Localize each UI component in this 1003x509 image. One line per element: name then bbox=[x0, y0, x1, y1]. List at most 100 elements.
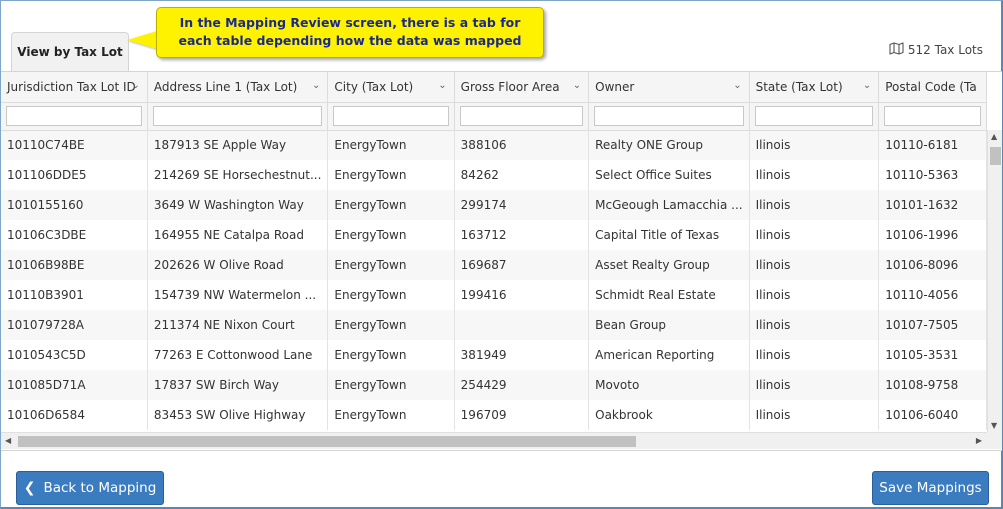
chevron-down-icon[interactable]: ⌄ bbox=[733, 80, 741, 91]
table-cell: 10106D6584 bbox=[1, 400, 148, 430]
table-cell: 1010543C5D bbox=[1, 340, 148, 370]
table-cell: 388106 bbox=[454, 130, 590, 160]
column-header[interactable]: City (Tax Lot) ⌄ bbox=[327, 72, 455, 103]
table-cell: Ilinois bbox=[749, 190, 880, 220]
filter-row bbox=[1, 102, 987, 131]
table-cell: 10105-3531 bbox=[878, 340, 987, 370]
scroll-down-arrow-icon[interactable]: ▼ bbox=[991, 421, 997, 430]
table-cell: Ilinois bbox=[749, 400, 880, 430]
table-cell: Realty ONE Group bbox=[588, 130, 750, 160]
column-header[interactable]: Owner ⌄ bbox=[588, 72, 750, 103]
chevron-down-icon[interactable]: ⌄ bbox=[863, 80, 871, 91]
column-header[interactable]: Postal Code (Ta bbox=[878, 72, 987, 103]
column-header-label: Owner bbox=[595, 79, 635, 94]
tab-view-by-tax-lot[interactable]: View by Tax Lot bbox=[11, 32, 129, 71]
table-cell: 254429 bbox=[454, 370, 590, 400]
table-cell: 211374 NE Nixon Court bbox=[147, 310, 329, 340]
vertical-scroll-thumb[interactable] bbox=[990, 147, 1001, 165]
table-cell: Ilinois bbox=[749, 340, 880, 370]
horizontal-scrollbar[interactable]: ◀ ▶ bbox=[1, 432, 987, 449]
table-row[interactable]: 101079728A 211374 NE Nixon Court EnergyTow… bbox=[1, 310, 987, 340]
table-row[interactable]: 101085D71A 17837 SW Birch Way EnergyTown 25… bbox=[1, 370, 987, 400]
table-cell: 214269 SE Horsechestnut... bbox=[147, 160, 329, 190]
table-cell: EnergyTown bbox=[327, 250, 455, 280]
column-filter-input[interactable] bbox=[884, 106, 981, 126]
chevron-down-icon[interactable]: ⌄ bbox=[312, 80, 320, 91]
column-header[interactable]: Address Line 1 (Tax Lot) ⌄ bbox=[147, 72, 329, 103]
back-to-mapping-button[interactable]: ❮ Back to Mapping bbox=[16, 471, 164, 505]
back-button-label: Back to Mapping bbox=[43, 480, 157, 496]
vertical-scrollbar[interactable]: ▲ ▼ bbox=[987, 130, 1002, 432]
chevron-left-icon: ❮ bbox=[23, 480, 36, 496]
column-filter-input[interactable] bbox=[152, 106, 323, 126]
chevron-down-icon[interactable]: ⌄ bbox=[132, 80, 140, 91]
table-cell: 299174 bbox=[454, 190, 590, 220]
table-row[interactable]: 10110B3901 154739 NW Watermelon ... Energy… bbox=[1, 280, 987, 310]
table-cell: Select Office Suites bbox=[588, 160, 750, 190]
filter-cell bbox=[1, 102, 148, 131]
table-cell: Bean Group bbox=[588, 310, 750, 340]
table-cell: 10110-5363 bbox=[878, 160, 987, 190]
callout-pointer bbox=[127, 31, 157, 49]
column-filter-input[interactable] bbox=[594, 106, 744, 126]
table-cell: 154739 NW Watermelon ... bbox=[147, 280, 329, 310]
table-cell: 10101-1632 bbox=[878, 190, 987, 220]
table-row[interactable]: 1010155160 3649 W Washington Way EnergyTow… bbox=[1, 190, 987, 220]
filter-cell bbox=[878, 102, 987, 131]
column-header-label: City (Tax Lot) bbox=[334, 79, 414, 94]
table-cell: Ilinois bbox=[749, 160, 880, 190]
column-filter-input[interactable] bbox=[333, 106, 449, 126]
column-header[interactable]: State (Tax Lot) ⌄ bbox=[749, 72, 880, 103]
column-header[interactable]: Jurisdiction Tax Lot ID ⌄ bbox=[1, 72, 148, 103]
table-cell: 10110-6181 bbox=[878, 130, 987, 160]
chevron-down-icon[interactable]: ⌄ bbox=[438, 80, 446, 91]
table-cell: Ilinois bbox=[749, 250, 880, 280]
table-cell: Capital Title of Texas bbox=[588, 220, 750, 250]
callout-line-1: In the Mapping Review screen, there is a… bbox=[179, 15, 521, 30]
table-cell: EnergyTown bbox=[327, 370, 455, 400]
table-cell: EnergyTown bbox=[327, 220, 455, 250]
scroll-left-arrow-icon[interactable]: ◀ bbox=[5, 436, 11, 445]
table-cell: Oakbrook bbox=[588, 400, 750, 430]
column-header-label: Gross Floor Area bbox=[460, 79, 560, 94]
table-cell: Ilinois bbox=[749, 220, 880, 250]
table-cell: 164955 NE Catalpa Road bbox=[147, 220, 329, 250]
table-cell: EnergyTown bbox=[327, 280, 455, 310]
scroll-right-arrow-icon[interactable]: ▶ bbox=[976, 436, 982, 445]
scroll-up-arrow-icon[interactable]: ▲ bbox=[991, 132, 997, 141]
table-cell: 10106-6040 bbox=[878, 400, 987, 430]
column-header-label: Address Line 1 (Tax Lot) bbox=[153, 79, 298, 94]
table-cell: 169687 bbox=[454, 250, 590, 280]
table-cell: EnergyTown bbox=[327, 160, 455, 190]
table-cell: 10110-4056 bbox=[878, 280, 987, 310]
table-row[interactable]: 10106C3DBE 164955 NE Catalpa Road EnergyTo… bbox=[1, 220, 987, 250]
column-filter-input[interactable] bbox=[459, 106, 584, 126]
chevron-down-icon[interactable]: ⌄ bbox=[573, 80, 581, 91]
table-cell: EnergyTown bbox=[327, 130, 455, 160]
column-header[interactable]: Gross Floor Area ⌄ bbox=[454, 72, 590, 103]
table-cell: 1010155160 bbox=[1, 190, 148, 220]
table-cell: McGeough Lamacchia ... bbox=[588, 190, 750, 220]
table-row[interactable]: 10106B98BE 202626 W Olive Road EnergyTown 1… bbox=[1, 250, 987, 280]
table-cell: 101079728A bbox=[1, 310, 148, 340]
save-mappings-button[interactable]: Save Mappings bbox=[872, 471, 989, 505]
column-filter-input[interactable] bbox=[754, 106, 874, 126]
table-cell: 10110C74BE bbox=[1, 130, 148, 160]
table-cell: EnergyTown bbox=[327, 190, 455, 220]
tab-label: View by Tax Lot bbox=[17, 45, 123, 59]
table-cell: 199416 bbox=[454, 280, 590, 310]
table-cell: 10106-1996 bbox=[878, 220, 987, 250]
column-filter-input[interactable] bbox=[6, 106, 142, 126]
table-cell bbox=[454, 310, 590, 340]
table-body: 10110C74BE 187913 SE Apple Way EnergyTown 3… bbox=[1, 130, 987, 430]
table-cell: EnergyTown bbox=[327, 400, 455, 430]
table-cell: 83453 SW Olive Highway bbox=[147, 400, 329, 430]
table-row[interactable]: 10106D6584 83453 SW Olive Highway EnergyTo… bbox=[1, 400, 987, 430]
table-cell: 10110B3901 bbox=[1, 280, 148, 310]
table-row[interactable]: 10110C74BE 187913 SE Apple Way EnergyTown 3… bbox=[1, 130, 987, 160]
table-cell: 10108-9758 bbox=[878, 370, 987, 400]
table-row[interactable]: 101106DDE5 214269 SE Horsechestnut... Ener… bbox=[1, 160, 987, 190]
table-row[interactable]: 1010543C5D 77263 E Cottonwood Lane EnergyT… bbox=[1, 340, 987, 370]
column-header-label: State (Tax Lot) bbox=[755, 79, 843, 94]
horizontal-scroll-thumb[interactable] bbox=[18, 436, 636, 447]
